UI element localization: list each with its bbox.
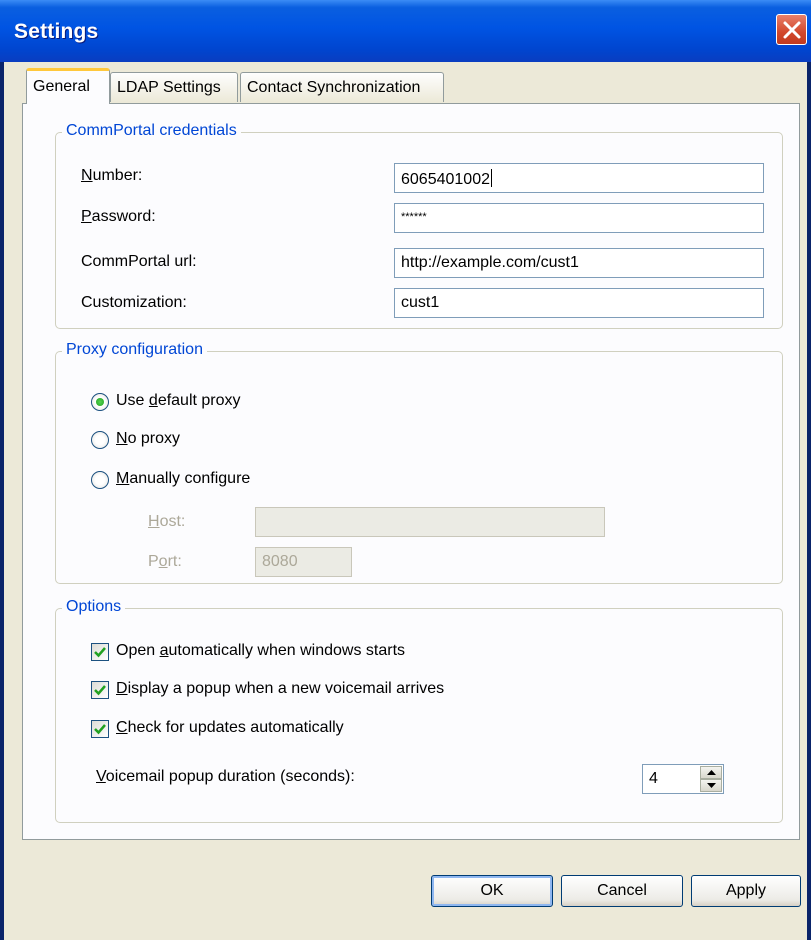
checkmark-icon [94,647,106,658]
dialog-body: General LDAP Settings Contact Synchroniz… [4,62,807,940]
open-automatically-label[interactable]: Open automatically when windows starts [116,642,405,660]
proxy-legend: Proxy configuration [62,341,207,359]
commportal-url-input[interactable]: http://example.com/cust1 [394,248,764,278]
port-label: Port: [148,553,182,570]
port-input[interactable]: 8080 [255,547,352,577]
proxy-group: Proxy configuration Use default proxy No… [55,341,783,584]
credentials-legend: CommPortal credentials [62,122,241,140]
use-default-proxy-radio[interactable] [91,393,109,411]
tab-general[interactable]: General [26,68,110,104]
no-proxy-label[interactable]: No proxy [116,430,180,448]
spin-down-button[interactable] [700,779,722,792]
manually-configure-label[interactable]: Manually configure [116,470,250,488]
customization-label: Customization: [81,294,187,311]
cancel-button[interactable]: Cancel [561,875,683,907]
customization-input[interactable]: cust1 [394,288,764,318]
voicemail-duration-spinner[interactable]: 4 [642,764,724,794]
title-bar[interactable]: Settings [0,0,811,62]
tab-panel-general: CommPortal credentials Number: 606540100… [22,103,800,840]
display-popup-checkbox[interactable] [91,681,109,699]
ok-button[interactable]: OK [431,875,553,907]
voicemail-duration-value[interactable]: 4 [649,770,658,788]
host-label: Host: [148,513,186,530]
display-popup-label[interactable]: Display a popup when a new voicemail arr… [116,680,444,698]
close-button[interactable] [776,14,807,45]
checkmark-icon [94,724,106,735]
close-icon [783,21,801,39]
window-title: Settings [14,20,99,43]
credentials-group: CommPortal credentials Number: 606540100… [55,122,783,329]
number-input[interactable]: 6065401002 [394,163,764,193]
apply-button[interactable]: Apply [691,875,801,907]
options-group: Options Open automatically when windows … [55,598,783,823]
check-updates-label[interactable]: Check for updates automatically [116,719,344,737]
password-label: Password: [81,208,156,225]
checkmark-icon [94,685,106,696]
text-cursor [490,169,492,187]
options-legend: Options [62,598,126,616]
open-automatically-checkbox[interactable] [91,643,109,661]
voicemail-duration-label: Voicemail popup duration (seconds): [96,768,355,785]
host-input[interactable] [255,507,605,537]
spin-up-button[interactable] [700,766,722,779]
tab-ldap-settings[interactable]: LDAP Settings [110,72,238,102]
check-updates-checkbox[interactable] [91,720,109,738]
spinner-buttons [700,766,722,792]
number-label: Number: [81,167,143,184]
radio-selected-dot [96,398,104,406]
no-proxy-radio[interactable] [91,431,109,449]
arrow-down-icon [707,783,716,788]
password-input[interactable]: ****** [394,203,764,233]
tab-contact-synchronization[interactable]: Contact Synchronization [240,72,444,102]
commportal-url-label: CommPortal url: [81,253,197,270]
arrow-up-icon [707,770,716,775]
use-default-proxy-label[interactable]: Use default proxy [116,392,241,410]
manually-configure-radio[interactable] [91,471,109,489]
